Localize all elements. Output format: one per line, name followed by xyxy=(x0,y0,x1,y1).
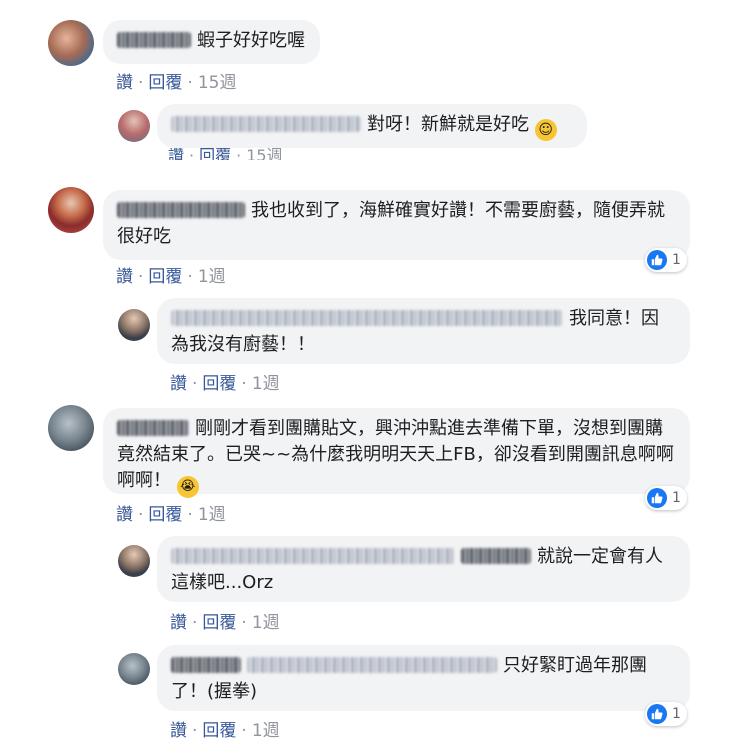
reply-link[interactable]: 回覆 xyxy=(148,262,182,287)
separator: · xyxy=(187,267,193,287)
reply-link[interactable]: 回覆 xyxy=(202,608,236,633)
like-link[interactable]: 讚 xyxy=(170,369,187,394)
comment-bubble: 剛剛才看到團購貼文，興沖沖點進去準備下單，沒想到團購竟然結束了。已哭~~為什麼我… xyxy=(103,408,690,498)
avatar[interactable] xyxy=(48,405,94,451)
comment-actions: 讚 · 回覆 · 15週 xyxy=(116,68,236,93)
comment-actions: 讚 · 回覆 · 1週 xyxy=(170,608,280,633)
author-name-redacted[interactable] xyxy=(117,32,191,48)
comment-text: 蝦子好好吃喔 xyxy=(197,30,305,51)
like-link[interactable]: 讚 xyxy=(116,500,133,525)
separator: · xyxy=(138,73,144,93)
comment-actions: 讚 · 回覆 · 1週 xyxy=(116,500,226,525)
avatar[interactable] xyxy=(118,653,150,685)
mentioned-name-redacted[interactable] xyxy=(461,548,531,564)
separator: · xyxy=(241,613,247,633)
comment-bubble: 就說一定會有人這樣吧...Orz xyxy=(157,536,690,602)
comment-text: 對呀！新鮮就是好吃 xyxy=(367,114,529,135)
like-count-badge[interactable]: 1 xyxy=(645,486,687,510)
like-count: 1 xyxy=(672,490,681,506)
comment-bubble: 對呀！新鮮就是好吃 ☺ xyxy=(157,104,587,148)
author-name-redacted[interactable] xyxy=(171,657,241,673)
like-link[interactable]: 讚 xyxy=(116,262,133,287)
separator: · xyxy=(189,148,195,160)
comment-actions: 讚 · 回覆 · 1週 xyxy=(170,716,280,741)
comment-bubble: 蝦子好好吃喔 xyxy=(103,20,320,64)
like-link[interactable]: 讚 xyxy=(116,68,133,93)
comment-bubble: 我同意！因為我沒有廚藝！！ xyxy=(157,298,690,364)
timestamp[interactable]: 1週 xyxy=(252,608,280,633)
timestamp[interactable]: 1週 xyxy=(252,369,280,394)
comment-actions: 讚 · 回覆 · 15週 xyxy=(168,148,308,160)
author-name-redacted[interactable] xyxy=(171,116,361,132)
timestamp[interactable]: 1週 xyxy=(198,262,226,287)
separator: · xyxy=(236,148,242,160)
crying-face-emoji: 😭 xyxy=(176,476,199,498)
separator: · xyxy=(192,613,198,633)
timestamp[interactable]: 1週 xyxy=(198,500,226,525)
separator: · xyxy=(138,505,144,525)
separator: · xyxy=(241,721,247,741)
thumbs-up-icon xyxy=(647,250,667,270)
like-count: 1 xyxy=(672,252,681,268)
separator: · xyxy=(187,505,193,525)
author-name-redacted[interactable] xyxy=(117,202,245,218)
reply-link[interactable]: 回覆 xyxy=(202,369,236,394)
thumbs-up-icon xyxy=(647,704,667,724)
comment-text: 剛剛才看到團購貼文，興沖沖點進去準備下單，沒想到團購竟然結束了。已哭~~為什麼我… xyxy=(117,418,674,491)
reply-link[interactable]: 回覆 xyxy=(148,500,182,525)
comment-actions: 讚 · 回覆 · 1週 xyxy=(116,262,226,287)
reply-link[interactable]: 回覆 xyxy=(202,716,236,741)
mentioned-name-redacted[interactable] xyxy=(247,657,497,673)
separator: · xyxy=(138,267,144,287)
separator: · xyxy=(192,374,198,394)
like-count-badge[interactable]: 1 xyxy=(645,702,687,726)
author-name-redacted[interactable] xyxy=(117,420,189,436)
avatar[interactable] xyxy=(118,545,150,577)
avatar[interactable] xyxy=(48,187,94,233)
comment-bubble: 我也收到了，海鮮確實好讚！不需要廚藝，隨便弄就很好吃 xyxy=(103,190,690,260)
author-name-redacted[interactable] xyxy=(171,310,563,326)
author-name-redacted[interactable] xyxy=(171,548,455,564)
like-count-badge[interactable]: 1 xyxy=(645,248,687,272)
reply-link[interactable]: 回覆 xyxy=(148,68,182,93)
comment-actions: 讚 · 回覆 · 1週 xyxy=(170,369,280,394)
like-count: 1 xyxy=(672,706,681,722)
timestamp[interactable]: 15週 xyxy=(246,148,282,160)
separator: · xyxy=(187,73,193,93)
comment-bubble: 只好緊盯過年那團了！(握拳) xyxy=(157,645,690,711)
separator: · xyxy=(192,721,198,741)
thumbs-up-icon xyxy=(647,488,667,508)
avatar[interactable] xyxy=(118,309,150,341)
avatar[interactable] xyxy=(48,20,94,66)
timestamp[interactable]: 15週 xyxy=(198,68,237,93)
like-link[interactable]: 讚 xyxy=(170,608,187,633)
reply-link[interactable]: 回覆 xyxy=(199,148,231,160)
clipped-actions: 讚 · 回覆 · 15週 xyxy=(168,148,308,160)
like-link[interactable]: 讚 xyxy=(170,716,187,741)
timestamp[interactable]: 1週 xyxy=(252,716,280,741)
avatar[interactable] xyxy=(118,110,150,142)
separator: · xyxy=(241,374,247,394)
like-link[interactable]: 讚 xyxy=(168,148,184,160)
smiling-face-emoji: ☺ xyxy=(534,119,557,141)
